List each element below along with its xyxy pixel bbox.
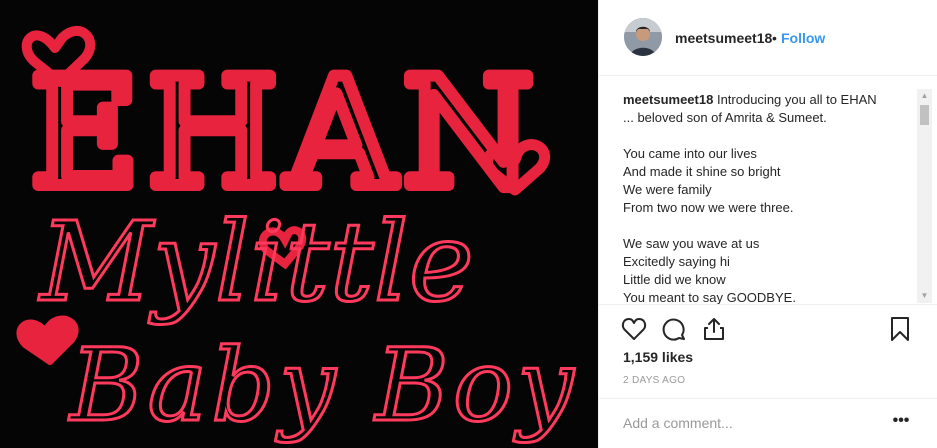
handwriting-drawing: EHAN Mylittle Baby Boy (16, 26, 578, 446)
caption-line: Excitedly saying hi (623, 254, 730, 269)
share-icon (704, 318, 724, 340)
avatar[interactable] (624, 18, 662, 56)
caption-line: And made it shine so bright (623, 164, 781, 179)
save-button[interactable] (887, 316, 913, 342)
caption-username[interactable]: meetsumeet18 (623, 92, 713, 107)
comment-icon (662, 318, 685, 341)
caption-line: ... beloved son of Amrita & Sumeet. (623, 110, 827, 125)
scroll-down-arrow-icon[interactable]: ▼ (917, 289, 932, 303)
username-link[interactable]: meetsumeet18 (675, 30, 772, 46)
scroll-up-arrow-icon[interactable]: ▲ (917, 89, 932, 103)
caption-line: We saw you wave at us (623, 236, 760, 251)
caption-line: You meant to say GOODBYE. (623, 290, 796, 305)
follow-button[interactable]: Follow (781, 30, 825, 46)
heart-icon (621, 318, 647, 340)
more-options-button[interactable]: ••• (889, 411, 913, 435)
caption-gap (623, 127, 913, 145)
caption-line: Little did we know (623, 272, 726, 287)
post-details-panel: meetsumeet18 • Follow meetsumeet18 Intro… (598, 0, 937, 448)
scroll-thumb[interactable] (920, 105, 929, 125)
caption-line: You came into our lives (623, 146, 757, 161)
post-photo[interactable]: EHAN Mylittle Baby Boy (0, 0, 598, 448)
drawing-text-mylittle: Mylittle (38, 198, 474, 326)
action-bar (599, 312, 937, 346)
comment-button[interactable] (661, 316, 687, 342)
post-header: meetsumeet18 • Follow (599, 0, 937, 76)
likes-count[interactable]: 1,159 likes (623, 349, 693, 365)
post-timestamp[interactable]: 2 DAYS AGO (623, 375, 685, 386)
caption-line: From two now we were three. (623, 200, 794, 215)
drawing-text-baby-boy: Baby Boy (68, 327, 578, 444)
bookmark-icon (891, 317, 909, 341)
caption-scrollbar[interactable]: ▲ ▼ (917, 89, 932, 303)
caption-line-text: Introducing you all to EHAN (716, 92, 877, 107)
caption-gap (623, 217, 913, 235)
comment-bar: ••• (599, 398, 937, 448)
avatar-icon (624, 18, 662, 56)
comment-input[interactable] (623, 413, 883, 433)
caption-area[interactable]: meetsumeet18 Introducing you all to EHAN… (599, 77, 937, 305)
caption-text: meetsumeet18 Introducing you all to EHAN… (623, 91, 913, 305)
separator-dot: • (772, 30, 777, 46)
share-button[interactable] (701, 316, 727, 342)
like-button[interactable] (621, 316, 647, 342)
caption-line: meetsumeet18 Introducing you all to EHAN (623, 91, 913, 109)
drawing-text-ehan: EHAN (30, 47, 542, 221)
caption-line: We were family (623, 182, 712, 197)
